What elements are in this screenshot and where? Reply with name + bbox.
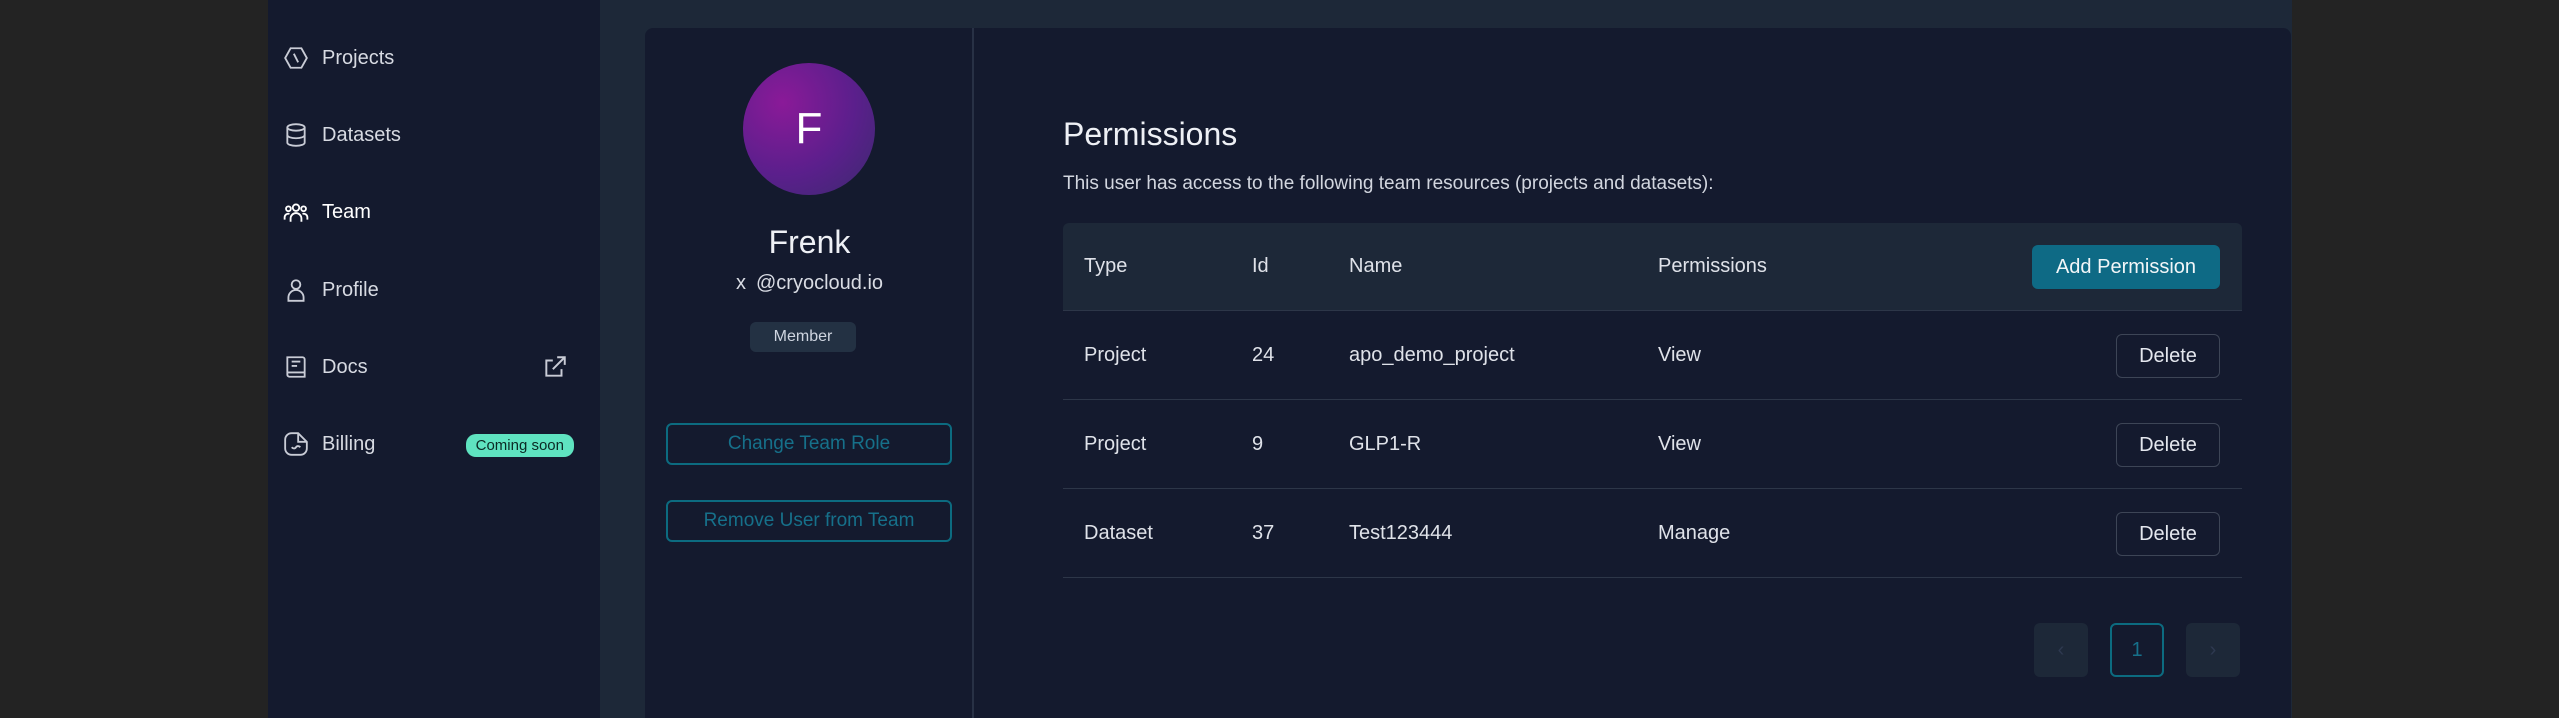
delete-button[interactable]: Delete xyxy=(2116,423,2220,467)
sidebar-item-label: Projects xyxy=(322,46,395,69)
billing-icon xyxy=(282,430,310,458)
sidebar-item-team[interactable]: Team xyxy=(282,192,582,232)
table-row: Project 24 apo_demo_project View Delete xyxy=(1063,311,2242,400)
user-name: Frenk xyxy=(768,224,851,260)
cell-permission: View xyxy=(1658,343,1701,366)
team-icon xyxy=(282,198,310,226)
user-icon xyxy=(282,276,310,304)
pagination-page-button[interactable]: 1 xyxy=(2110,623,2164,677)
book-icon xyxy=(282,353,310,381)
sidebar-item-profile[interactable]: Profile xyxy=(282,270,582,310)
table-row: Project 9 GLP1-R View Delete xyxy=(1063,400,2242,489)
add-permission-button[interactable]: Add Permission xyxy=(2032,245,2220,289)
user-profile-panel: F Frenk x @cryocloud.io Member Change Tea… xyxy=(645,28,974,718)
column-header-permissions: Permissions xyxy=(1658,255,1767,277)
sidebar-item-projects[interactable]: Projects xyxy=(282,38,582,78)
page-title: Permissions xyxy=(1063,116,1238,152)
app-window: Projects Datasets Team Profile Docs Bill… xyxy=(268,0,2292,718)
delete-button[interactable]: Delete xyxy=(2116,512,2220,556)
cell-id: 24 xyxy=(1252,343,1275,366)
cell-permission: Manage xyxy=(1658,521,1731,544)
cell-type: Project xyxy=(1084,343,1147,366)
email-prefix: x xyxy=(735,272,746,294)
pagination-next-button[interactable]: › xyxy=(2186,623,2240,677)
column-header-name: Name xyxy=(1349,255,1403,277)
sidebar-item-label: Billing xyxy=(322,432,376,455)
cell-permission: View xyxy=(1658,432,1701,455)
sidebar: Projects Datasets Team Profile Docs Bill… xyxy=(268,0,600,718)
permissions-description: This user has access to the following te… xyxy=(1063,173,1714,194)
user-email: x @cryocloud.io xyxy=(645,272,974,295)
sidebar-item-label: Team xyxy=(322,200,371,223)
change-team-role-button[interactable]: Change Team Role xyxy=(666,423,952,465)
cell-type: Dataset xyxy=(1084,521,1153,544)
email-domain: @cryocloud.io xyxy=(755,272,884,294)
avatar: F xyxy=(743,63,875,195)
table-header: Type Id Name Permissions Add Permission xyxy=(1063,223,2242,311)
delete-button[interactable]: Delete xyxy=(2116,334,2220,378)
pagination-prev-button[interactable]: ‹ xyxy=(2034,623,2088,677)
sidebar-item-docs[interactable]: Docs xyxy=(282,347,582,387)
sidebar-item-label: Datasets xyxy=(322,123,401,146)
sidebar-item-label: Docs xyxy=(322,355,368,378)
external-link-icon[interactable] xyxy=(542,354,570,382)
coming-soon-badge: Coming soon xyxy=(465,434,574,457)
sidebar-item-label: Profile xyxy=(322,278,379,301)
cell-id: 9 xyxy=(1252,432,1264,455)
cell-name: apo_demo_project xyxy=(1349,343,1515,366)
role-badge: Member xyxy=(750,322,856,352)
column-header-type: Type xyxy=(1084,255,1128,277)
projects-icon xyxy=(282,44,310,72)
user-detail-card: F Frenk x @cryocloud.io Member Change Tea… xyxy=(645,28,2291,718)
cell-name: Test123444 xyxy=(1349,521,1453,544)
sidebar-item-billing[interactable]: Billing Coming soon xyxy=(282,424,582,464)
table-row: Dataset 37 Test123444 Manage Delete xyxy=(1063,489,2242,578)
remove-user-button[interactable]: Remove User from Team xyxy=(666,500,952,542)
cell-id: 37 xyxy=(1252,521,1275,544)
column-header-id: Id xyxy=(1252,255,1269,277)
sidebar-item-datasets[interactable]: Datasets xyxy=(282,115,582,155)
database-icon xyxy=(282,121,310,149)
permissions-table: Type Id Name Permissions Add Permission … xyxy=(1063,223,2242,578)
cell-type: Project xyxy=(1084,432,1147,455)
cell-name: GLP1-R xyxy=(1349,432,1422,455)
